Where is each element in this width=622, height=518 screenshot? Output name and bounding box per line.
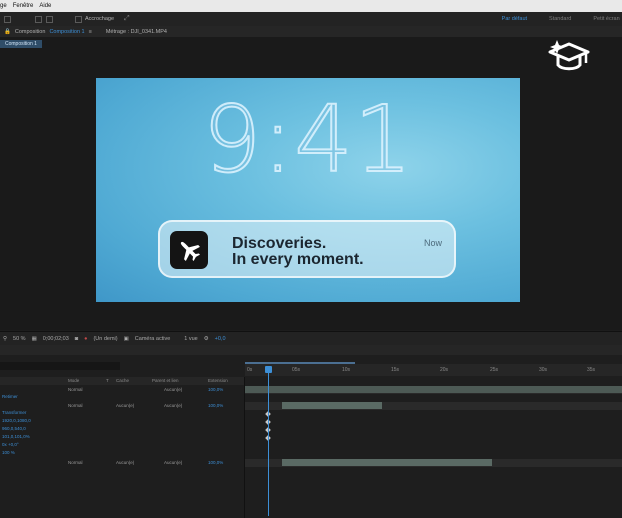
layer-row-1[interactable]: Normal Aucun(e) 100,0% — [0, 386, 245, 394]
layer-mode[interactable]: Normal — [68, 387, 83, 392]
property-opacity[interactable]: 100 % — [2, 450, 15, 455]
notification-time: Now — [424, 238, 443, 248]
snap-checkbox-icon[interactable] — [75, 15, 82, 23]
layer-search-input[interactable] — [0, 362, 120, 370]
camera-snapshot-icon[interactable]: ◙ — [75, 336, 78, 342]
timecode[interactable]: 0;00;02;03 — [43, 336, 69, 342]
footage-tab[interactable]: Métrage : DJI_0341.MP4 — [106, 29, 167, 35]
layer-trkmat[interactable]: Aucun(e) — [116, 460, 134, 465]
layer-stretch[interactable]: 100,0% — [208, 387, 223, 392]
tab-composition-1[interactable]: Composition 1 — [49, 29, 84, 35]
ruler-tick: 20s — [440, 367, 449, 373]
layer-mode[interactable]: Normal — [68, 460, 83, 465]
time-ruler[interactable]: 0s 05s 10s 15s 20s 25s 30s 35s — [245, 364, 622, 376]
column-stretch: Extension — [208, 378, 228, 383]
property-scale[interactable]: 101,0,101,0% — [2, 434, 30, 439]
magnifier-icon[interactable]: ⚲ — [3, 336, 7, 342]
pin-tool-icon[interactable] — [4, 15, 11, 23]
menu-item-window[interactable]: Fenêtre — [13, 3, 34, 9]
layer-parent[interactable]: Aucun(e) — [164, 387, 182, 392]
workspace-standard[interactable]: Standard — [549, 16, 571, 22]
color-icon[interactable]: ● — [84, 336, 87, 342]
layer-parent[interactable]: Aucun(e) — [164, 460, 182, 465]
zoom-dropdown[interactable]: 50 % — [13, 336, 26, 342]
graduation-cap-sparkle-icon — [548, 36, 592, 76]
layer-parent[interactable]: Aucun(e) — [164, 403, 182, 408]
layer-row-3[interactable]: Normal Aucun(e) Aucun(e) 100,0% — [0, 459, 245, 467]
viewer-tab-composition-1[interactable]: Composition 1 — [0, 40, 42, 48]
property-retimer[interactable]: Retimer — [2, 394, 18, 399]
views-dropdown[interactable]: 1 vue — [184, 336, 197, 342]
lock-icon[interactable]: 🔒 — [4, 29, 11, 35]
column-parent: Parent et lien — [152, 378, 179, 383]
menu-icon[interactable]: ≡ — [89, 29, 92, 35]
property-rotation[interactable]: 0x +0,0° — [2, 442, 19, 447]
ruler-tick: 30s — [539, 367, 548, 373]
tools-panel: Accrochage ⤢ Par défaut Standard Petit é… — [0, 12, 622, 26]
property-anchor[interactable]: 1920,0,1080,0 — [2, 418, 31, 423]
playhead-handle[interactable] — [265, 366, 272, 373]
expand-icon[interactable]: ⤢ — [124, 15, 130, 23]
layer-column-headers: Mode T Cache Parent et lien Extension — [0, 377, 245, 385]
layer-row-2[interactable]: Normal Aucun(e) Aucun(e) 100,0% — [0, 402, 245, 410]
layer-bar-2[interactable] — [282, 402, 382, 409]
grid-icon[interactable]: ▦ — [32, 336, 37, 342]
notification-subtitle: In every moment. — [232, 251, 364, 268]
composition-canvas[interactable]: 9:41 Discoveries. In every moment. Now — [96, 78, 520, 302]
playhead-line[interactable] — [268, 366, 269, 516]
rectangle-tool-icon[interactable] — [35, 15, 42, 23]
ruler-tick: 25s — [490, 367, 499, 373]
notification-card: Discoveries. In every moment. Now — [158, 220, 456, 278]
layer-mode[interactable]: Normal — [68, 403, 83, 408]
layer-bar-1[interactable] — [245, 386, 622, 393]
menu-item-help[interactable]: Aide — [39, 3, 51, 9]
column-cache: Cache — [116, 378, 130, 383]
menu-bar: ge Fenêtre Aide — [0, 0, 622, 12]
workspace-default[interactable]: Par défaut — [502, 16, 527, 22]
snap-label: Accrochage — [85, 16, 115, 22]
exposure-value[interactable]: +0,0 — [215, 336, 226, 342]
property-transform[interactable]: Transformer — [2, 410, 26, 415]
property-position[interactable]: 960,0,540,0 — [2, 426, 26, 431]
viewer-controls-bar: ⚲ 50 % ▦ 0;00;02;03 ◙ ● (Un demi) ▣ Camé… — [0, 331, 622, 345]
active-camera-dropdown[interactable]: Caméra active — [135, 336, 170, 342]
flowchart-icon[interactable]: ⚙ — [204, 336, 209, 342]
menu-item-view[interactable]: ge — [0, 3, 7, 9]
resolution-dropdown[interactable]: (Un demi) — [93, 336, 117, 342]
composition-label: Composition — [14, 28, 46, 35]
layer-stretch[interactable]: 100,0% — [208, 460, 223, 465]
layer-bar-3[interactable] — [282, 459, 492, 466]
work-area-bar[interactable] — [245, 362, 355, 364]
workspace-small-screen[interactable]: Petit écran — [593, 16, 619, 22]
column-trkmat: T — [106, 378, 109, 383]
layer-trkmat[interactable]: Aucun(e) — [116, 403, 134, 408]
region-icon[interactable]: ▣ — [124, 336, 129, 342]
pen-tool-icon[interactable] — [46, 15, 53, 23]
airplane-app-icon — [170, 231, 208, 269]
timeline-tab-bar — [0, 345, 622, 355]
column-mode: Mode — [68, 378, 80, 383]
ruler-tick: 0s — [247, 367, 253, 373]
ruler-tick: 10s — [342, 367, 351, 373]
panel-divider[interactable] — [244, 377, 245, 518]
ruler-tick: 15s — [391, 367, 400, 373]
ruler-tick: 35s — [587, 367, 596, 373]
ruler-tick: 05s — [292, 367, 301, 373]
layer-stretch[interactable]: 100,0% — [208, 403, 223, 408]
lock-screen-clock: 9:41 — [202, 86, 414, 193]
